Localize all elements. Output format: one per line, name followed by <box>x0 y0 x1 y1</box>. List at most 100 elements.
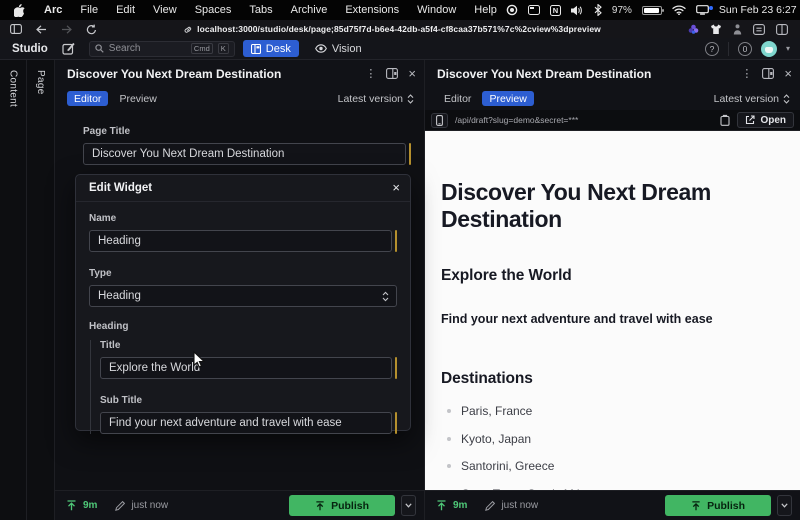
edit-widget-dialog: Edit Widget × Name Heading Type Heading <box>75 174 411 434</box>
version-select[interactable]: Latest version <box>338 93 414 105</box>
edit-pencil-icon <box>485 500 496 511</box>
menu-view[interactable]: View <box>144 4 186 16</box>
extension-person-icon[interactable] <box>733 23 742 35</box>
close-pane-icon[interactable]: × <box>784 67 792 80</box>
dialog-title: Edit Widget <box>89 182 153 194</box>
preview-tab[interactable]: Preview <box>482 91 534 106</box>
menu-archive[interactable]: Archive <box>282 4 337 16</box>
publish-button[interactable]: Publish <box>665 495 771 516</box>
edited-time: just now <box>501 500 539 511</box>
preview-lead: Find your next adventure and travel with… <box>441 312 713 327</box>
open-button[interactable]: Open <box>737 112 794 128</box>
destination-text: Paris, France <box>461 404 533 419</box>
wifi-icon[interactable] <box>672 5 686 15</box>
tab-desk[interactable]: Desk <box>242 40 299 57</box>
menu-edit[interactable]: Edit <box>107 4 144 16</box>
menu-spaces[interactable]: Spaces <box>186 4 241 16</box>
mouse-cursor <box>193 351 205 369</box>
extension-shirt-icon[interactable] <box>710 24 722 35</box>
page-title-input[interactable]: Discover You Next Dream Destination <box>83 143 406 165</box>
page-tab-label: Page <box>35 70 46 95</box>
shortcut-cmd-badge: Cmd <box>190 43 213 54</box>
avatar[interactable] <box>760 40 777 57</box>
stepper-icon <box>407 93 414 104</box>
menu-arc[interactable]: Arc <box>35 4 71 16</box>
subtitle-label: Sub Title <box>100 395 143 406</box>
display-icon[interactable] <box>696 5 713 15</box>
split-view-icon[interactable] <box>776 23 788 35</box>
bullet-icon <box>447 436 451 441</box>
menu-extensions[interactable]: Extensions <box>336 4 408 16</box>
publish-menu-chevron[interactable] <box>401 495 416 516</box>
volume-icon[interactable] <box>570 5 584 16</box>
change-indicator[interactable] <box>395 357 397 379</box>
reload-icon[interactable] <box>86 24 97 35</box>
editor-panel: Discover You Next Dream Destination ⋮ × … <box>55 60 425 520</box>
battery-icon[interactable] <box>641 5 664 15</box>
list-item: Santorini, Greece <box>441 459 780 473</box>
split-pane-icon[interactable] <box>762 68 775 79</box>
preview-tab[interactable]: Preview <box>112 91 163 106</box>
publish-age: 9m <box>453 500 468 511</box>
menu-kebab-icon[interactable]: ⋮ <box>365 67 376 80</box>
back-icon[interactable] <box>36 24 47 34</box>
menu-tabs[interactable]: Tabs <box>240 4 281 16</box>
editor-tab[interactable]: Editor <box>67 91 109 106</box>
copy-icon[interactable] <box>720 114 730 126</box>
bluetooth-icon[interactable] <box>594 4 602 16</box>
record-icon[interactable] <box>506 4 518 16</box>
version-label: Latest version <box>337 92 403 105</box>
address-bar[interactable]: localhost:3000/studio/desk/page;85d75f7d… <box>97 24 688 34</box>
sidebar-tab-content[interactable]: Content <box>0 60 27 520</box>
edit-pencil-icon <box>115 500 126 511</box>
document-title: Discover You Next Dream Destination <box>67 66 282 81</box>
window-manager-icon[interactable] <box>527 5 540 15</box>
close-pane-icon[interactable]: × <box>408 67 416 80</box>
publish-menu-chevron[interactable] <box>777 495 792 516</box>
forward-icon[interactable] <box>61 24 72 34</box>
compose-icon[interactable] <box>62 42 75 55</box>
destination-text: Santorini, Greece <box>461 459 555 474</box>
version-select[interactable]: Latest version <box>714 93 790 105</box>
subtitle-input[interactable]: Find your next adventure and travel with… <box>100 412 392 434</box>
content-tab-label: Content <box>7 70 19 108</box>
type-select[interactable]: Heading <box>89 285 397 307</box>
stepper-icon <box>783 93 790 104</box>
mobile-preview-icon[interactable] <box>431 112 448 128</box>
change-indicator[interactable] <box>409 143 411 165</box>
bullet-icon <box>447 409 451 414</box>
browser-toolbar: localhost:3000/studio/desk/page;85d75f7d… <box>0 20 800 38</box>
dialog-close-icon[interactable]: × <box>392 181 400 194</box>
destination-text: Kyoto, Japan <box>461 431 532 446</box>
url-text: localhost:3000/studio/desk/page;85d75f7d… <box>197 24 601 34</box>
sidebar-toggle-icon[interactable] <box>10 24 22 34</box>
editor-tab[interactable]: Editor <box>437 91 478 106</box>
help-icon[interactable]: ? <box>704 41 719 56</box>
publish-button[interactable]: Publish <box>289 495 395 516</box>
sidebar-tab-page[interactable]: Page <box>27 60 55 520</box>
apple-icon[interactable] <box>14 3 25 17</box>
menubar-clock[interactable]: Sun Feb 23 6:27 PM <box>719 4 800 16</box>
menu-window[interactable]: Window <box>408 4 465 16</box>
heading-group-label: Heading <box>89 321 129 332</box>
extension-pinwheel-icon[interactable] <box>688 24 699 35</box>
split-pane-icon[interactable] <box>386 68 399 79</box>
preview-h1: Discover You Next Dream Destination <box>441 179 711 233</box>
menu-file[interactable]: File <box>71 4 107 16</box>
publish-label: Publish <box>707 499 745 512</box>
tab-vision[interactable]: Vision <box>307 40 370 57</box>
menu-kebab-icon[interactable]: ⋮ <box>741 67 752 80</box>
name-input[interactable]: Heading <box>89 230 392 252</box>
avatar-chevron-icon[interactable]: ▾ <box>786 44 790 53</box>
list-item: Paris, France <box>441 404 780 418</box>
reader-icon[interactable] <box>753 23 765 35</box>
notifications-badge[interactable]: 0 <box>737 41 752 56</box>
studio-brand: Studio <box>12 42 48 55</box>
search-input[interactable]: Search Cmd K <box>88 40 235 57</box>
notion-icon[interactable]: N <box>549 4 561 16</box>
change-indicator[interactable] <box>395 412 397 434</box>
change-indicator[interactable] <box>395 230 397 252</box>
type-label: Type <box>89 268 112 279</box>
menu-help[interactable]: Help <box>465 4 506 16</box>
title-input[interactable]: Explore the World <box>100 357 392 379</box>
